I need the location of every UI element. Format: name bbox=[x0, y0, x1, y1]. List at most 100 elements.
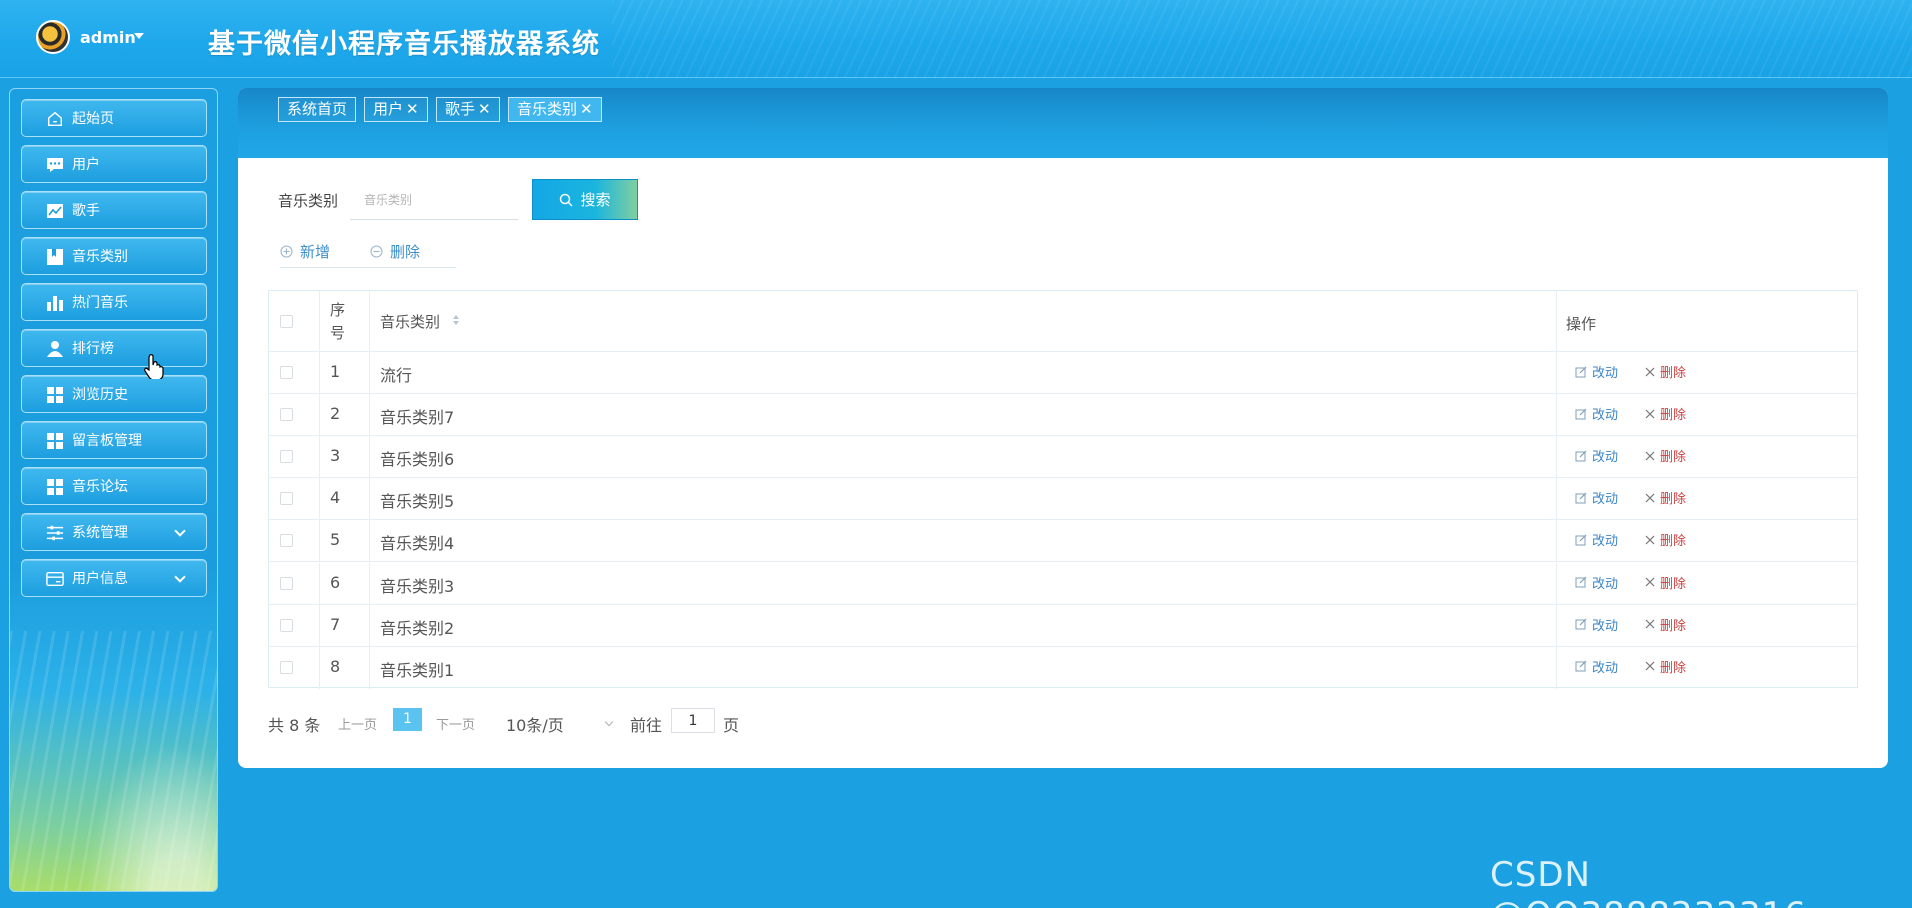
header-ops-cell: 操作 bbox=[1557, 291, 1857, 351]
tab-label: 音乐类别 bbox=[517, 100, 578, 118]
batch-delete-button[interactable]: 删除 bbox=[370, 240, 420, 262]
watermark: CSDN @QQ3888232316 bbox=[1490, 855, 1806, 908]
mouse-cursor-icon bbox=[144, 354, 164, 379]
row-ops-cell: 改动 删除 bbox=[1557, 647, 1857, 689]
close-icon bbox=[1645, 661, 1655, 671]
row-name: 音乐类别6 bbox=[380, 450, 455, 470]
row-check-cell bbox=[269, 520, 320, 562]
row-checkbox[interactable] bbox=[280, 408, 293, 422]
close-icon[interactable]: ✕ bbox=[406, 100, 419, 118]
sidebar-item-ranking[interactable]: 排行榜 bbox=[21, 329, 207, 367]
sidebar-item-singers[interactable]: 歌手 bbox=[21, 191, 207, 229]
delete-button[interactable]: 删除 bbox=[1645, 657, 1686, 676]
sidebar-item-message-board[interactable]: 留言板管理 bbox=[21, 421, 207, 459]
sidebar: 起始页 用户 歌手 音乐类别 热门音乐 排行榜 浏览历史 留言板管理 音乐论坛 … bbox=[9, 88, 218, 892]
header-name-cell[interactable]: 音乐类别 bbox=[370, 291, 1557, 351]
edit-button[interactable]: 改动 bbox=[1575, 573, 1618, 592]
page-1-button[interactable]: 1 bbox=[393, 708, 422, 731]
row-check-cell bbox=[269, 478, 320, 520]
delete-label: 删除 bbox=[1660, 492, 1687, 508]
tab-users[interactable]: 用户 ✕ bbox=[364, 97, 428, 122]
row-check-cell bbox=[269, 604, 320, 646]
tab-label: 系统首页 bbox=[287, 100, 348, 118]
edit-button[interactable]: 改动 bbox=[1575, 446, 1618, 465]
chevron-down-icon[interactable] bbox=[604, 717, 614, 727]
edit-button[interactable]: 改动 bbox=[1575, 615, 1618, 634]
select-all-checkbox[interactable] bbox=[280, 315, 293, 328]
row-index-cell: 3 bbox=[320, 436, 370, 478]
delete-button[interactable]: 删除 bbox=[1645, 530, 1686, 549]
add-button[interactable]: 新增 bbox=[280, 240, 330, 262]
tab-home[interactable]: 系统首页 bbox=[278, 97, 357, 122]
row-ops-cell: 改动 删除 bbox=[1557, 478, 1857, 519]
search-input[interactable] bbox=[350, 180, 518, 220]
delete-label: 删除 bbox=[1660, 450, 1687, 466]
tab-singers[interactable]: 歌手 ✕ bbox=[436, 97, 500, 122]
main-panel: 系统首页 用户✕ 歌手✕ 音乐类别✕ 音乐类别 搜索 新增 bbox=[238, 88, 1888, 768]
row-checkbox[interactable] bbox=[280, 576, 293, 590]
row-index-cell: 7 bbox=[320, 604, 370, 646]
goto-page-input[interactable] bbox=[671, 708, 715, 733]
edit-button[interactable]: 改动 bbox=[1575, 530, 1618, 549]
caret-down-icon[interactable] bbox=[134, 33, 144, 39]
edit-button[interactable]: 改动 bbox=[1575, 488, 1618, 507]
delete-label: 删除 bbox=[1660, 618, 1687, 634]
sidebar-item-users[interactable]: 用户 bbox=[21, 145, 207, 183]
delete-button[interactable]: 删除 bbox=[1645, 573, 1686, 592]
sidebar-item-history[interactable]: 浏览历史 bbox=[21, 375, 207, 413]
pagination: 共 8 条 上一页 1 下一页 10条/页 前往 页 bbox=[268, 708, 868, 736]
row-ops-cell: 改动 删除 bbox=[1557, 394, 1857, 435]
row-name: 音乐类别7 bbox=[380, 408, 455, 428]
delete-button[interactable]: 删除 bbox=[1645, 446, 1686, 465]
row-checkbox[interactable] bbox=[280, 534, 293, 548]
table-row: 4 音乐类别5 改动 删除 bbox=[269, 478, 1857, 521]
search-button[interactable]: 搜索 bbox=[532, 179, 638, 220]
top-header: admin 基于微信小程序音乐播放器系统 bbox=[0, 0, 1912, 78]
goto-prefix: 前往 bbox=[630, 716, 663, 735]
table-header-row: 序 号 音乐类别 操作 bbox=[269, 291, 1857, 352]
close-icon[interactable]: ✕ bbox=[478, 100, 491, 118]
row-index: 6 bbox=[330, 572, 341, 592]
user-name[interactable]: admin bbox=[80, 28, 136, 47]
sidebar-item-music-category[interactable]: 音乐类别 bbox=[21, 237, 207, 275]
edit-label: 改动 bbox=[1592, 534, 1619, 550]
search-icon bbox=[559, 193, 574, 207]
next-page-button[interactable]: 下一页 bbox=[436, 714, 475, 733]
row-checkbox[interactable] bbox=[280, 366, 293, 379]
row-checkbox[interactable] bbox=[280, 492, 293, 506]
page-size-select[interactable]: 10条/页 bbox=[506, 712, 564, 736]
prev-page-button[interactable]: 上一页 bbox=[338, 714, 377, 733]
delete-button[interactable]: 删除 bbox=[1645, 615, 1686, 634]
minus-circle-icon bbox=[370, 244, 383, 258]
edit-button[interactable]: 改动 bbox=[1575, 404, 1618, 423]
row-index-cell: 2 bbox=[320, 394, 370, 436]
row-checkbox[interactable] bbox=[280, 450, 293, 464]
sidebar-item-home[interactable]: 起始页 bbox=[21, 99, 207, 137]
edit-icon bbox=[1575, 450, 1587, 462]
user-avatar[interactable] bbox=[36, 20, 70, 54]
sidebar-item-label: 音乐论坛 bbox=[72, 479, 128, 495]
delete-button[interactable]: 删除 bbox=[1645, 404, 1686, 423]
app-title: 基于微信小程序音乐播放器系统 bbox=[208, 29, 600, 60]
sort-icon[interactable] bbox=[452, 314, 460, 326]
row-checkbox[interactable] bbox=[280, 618, 293, 632]
sidebar-item-user-info[interactable]: 用户信息 bbox=[21, 559, 207, 597]
delete-button[interactable]: 删除 bbox=[1645, 488, 1686, 507]
close-icon[interactable]: ✕ bbox=[580, 100, 593, 118]
row-name-cell: 流行 bbox=[370, 352, 1557, 394]
edit-icon bbox=[1575, 366, 1587, 378]
chevron-down-icon bbox=[174, 571, 186, 583]
edit-button[interactable]: 改动 bbox=[1575, 657, 1618, 676]
sidebar-item-music-forum[interactable]: 音乐论坛 bbox=[21, 467, 207, 505]
header-name: 音乐类别 bbox=[380, 313, 441, 331]
row-name-cell: 音乐类别1 bbox=[370, 646, 1557, 689]
sidebar-item-label: 浏览历史 bbox=[72, 387, 128, 403]
edit-button[interactable]: 改动 bbox=[1575, 362, 1618, 381]
tab-music-category[interactable]: 音乐类别 ✕ bbox=[508, 97, 602, 122]
sidebar-item-hot-music[interactable]: 热门音乐 bbox=[21, 283, 207, 321]
grid-icon bbox=[46, 432, 64, 450]
row-checkbox[interactable] bbox=[280, 660, 293, 674]
sidebar-item-system-management[interactable]: 系统管理 bbox=[21, 513, 207, 551]
delete-button[interactable]: 删除 bbox=[1645, 362, 1686, 381]
header-index-line2: 号 bbox=[330, 324, 346, 342]
